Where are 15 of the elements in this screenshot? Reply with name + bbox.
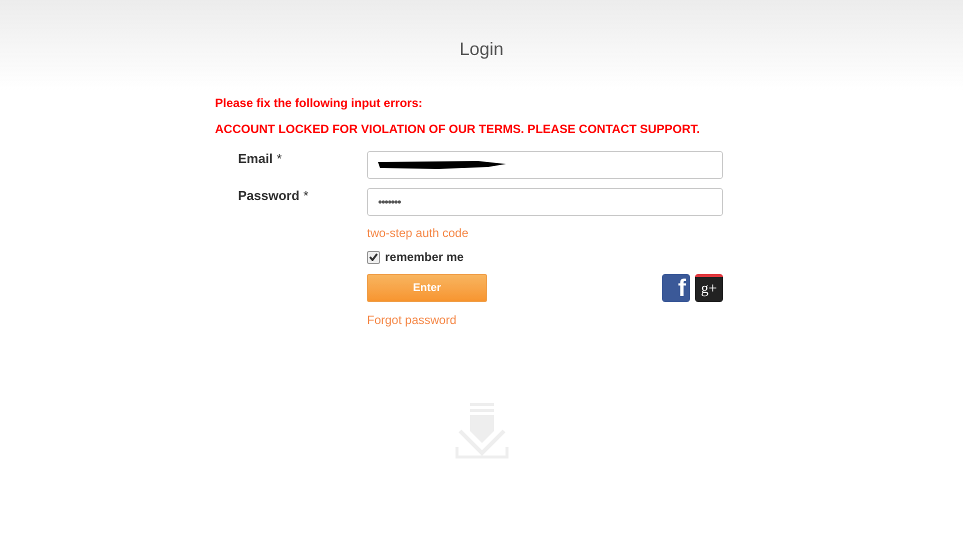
- field-label: Email: [238, 150, 273, 168]
- error-message: ACCOUNT LOCKED FOR VIOLATION OF OUR TERMS. PLEASE CONTACT SUPPORT.: [215, 121, 701, 138]
- field-label: Password: [238, 187, 300, 205]
- page-title: Login: [459, 38, 504, 58]
- input-field[interactable]: [367, 150, 723, 178]
- checkmark-icon: [369, 253, 378, 261]
- input-field[interactable]: •••••••: [367, 188, 723, 216]
- google-plus-button[interactable]: g+: [695, 274, 723, 302]
- password-value: •••••••: [378, 194, 400, 210]
- error-heading: Please fix the following input errors:: [215, 95, 424, 112]
- remember-checkbox[interactable]: [367, 250, 380, 264]
- required-mark: *: [276, 150, 282, 168]
- required-mark: *: [303, 187, 308, 205]
- remember-label: remember me: [385, 249, 464, 266]
- facebook-button[interactable]: f: [662, 274, 690, 302]
